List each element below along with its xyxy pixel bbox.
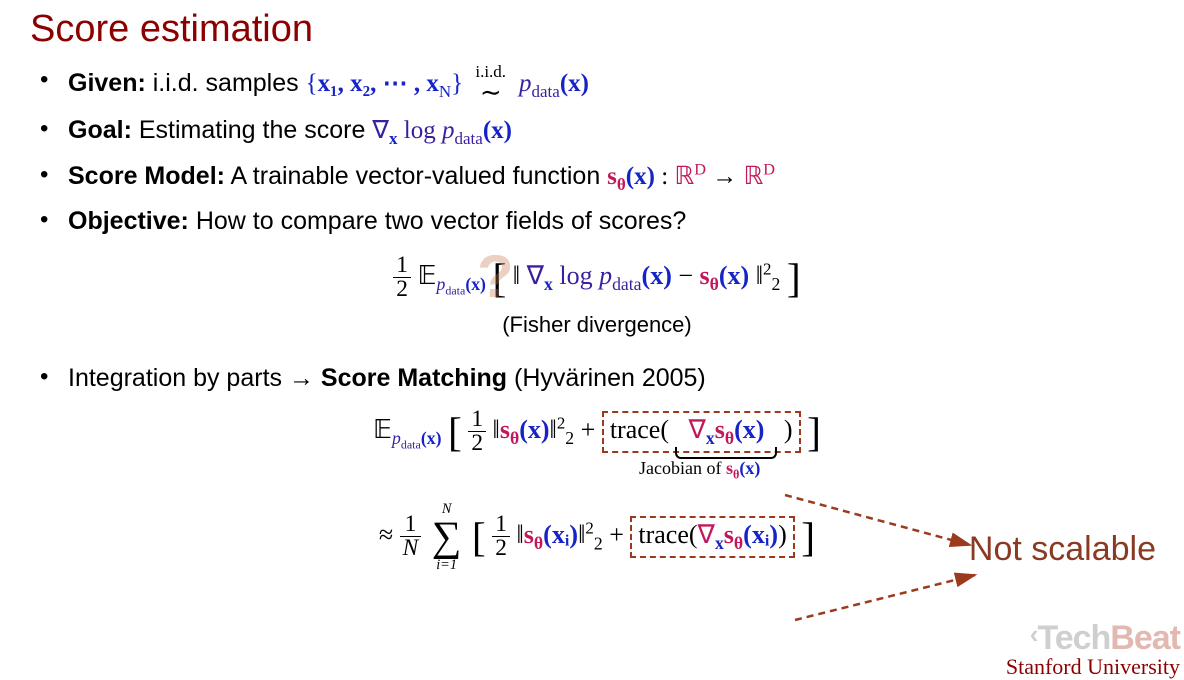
goal-text: Estimating the score bbox=[132, 116, 372, 144]
obj-label: Objective: bbox=[68, 207, 189, 235]
goal-label: Goal: bbox=[68, 116, 132, 144]
techbeat-watermark: ‹TechBeat bbox=[1030, 619, 1180, 658]
not-scalable-annotation: Not scalable bbox=[969, 530, 1156, 569]
eq-fisher: ? 1 2 𝔼pdata(x) [ ‖ ∇x log pdata(x) − sθ… bbox=[30, 254, 1164, 302]
bullet-goal: Goal: Estimating the score ∇x log pdata(… bbox=[30, 112, 1164, 152]
bullet-objective: Objective: How to compare two vector fie… bbox=[30, 203, 1164, 239]
model-label: Score Model: bbox=[68, 162, 225, 190]
arrow-icon-2 bbox=[790, 570, 990, 630]
trace-box-1: trace( ∇xsθ(x) ) bbox=[602, 411, 801, 453]
question-mark-icon: ? bbox=[477, 242, 514, 311]
model-text: A trainable vector-valued function bbox=[225, 162, 607, 190]
page-title: Score estimation bbox=[30, 8, 1164, 51]
jacobian-label: Jacobian of sθ(x) bbox=[639, 458, 760, 483]
trace-box-2: trace(∇xsθ(xᵢ)) bbox=[630, 516, 794, 558]
given-label: Given: bbox=[68, 69, 146, 97]
one-half: 1 2 bbox=[393, 254, 411, 302]
model-fn: sθ(x) : ℝD → ℝD bbox=[607, 163, 775, 190]
bullet-list-2: Integration by parts → Score Matching (H… bbox=[30, 360, 1164, 396]
stanford-watermark: Stanford University bbox=[1006, 654, 1180, 680]
slide: Score estimation Given: i.i.d. samples {… bbox=[0, 0, 1184, 680]
iid-symbol: i.i.d. ∼ bbox=[475, 63, 506, 106]
obj-text: How to compare two vector fields of scor… bbox=[189, 207, 686, 235]
goal-score: ∇x log pdata(x) bbox=[372, 117, 512, 144]
given-pdata: pdata(x) bbox=[519, 70, 589, 97]
bullet-given: Given: i.i.d. samples {x₁, x₂, ⋯ , xN} i… bbox=[30, 63, 1164, 106]
bullet-list: Given: i.i.d. samples {x₁, x₂, ⋯ , xN} i… bbox=[30, 63, 1164, 240]
bullet-score-model: Score Model: A trainable vector-valued f… bbox=[30, 158, 1164, 198]
bullet-score-matching: Integration by parts → Score Matching (H… bbox=[30, 360, 1164, 396]
given-set: {x₁, x₂, ⋯ , xN} bbox=[306, 70, 470, 97]
fisher-caption: (Fisher divergence) bbox=[30, 312, 1164, 338]
eq-score-matching-1: 𝔼pdata(x) [ 1 2 ‖sθ(x)‖22 + trace( ∇xsθ(… bbox=[30, 408, 1164, 456]
given-text: i.i.d. samples bbox=[146, 69, 306, 97]
sum-symbol: N ∑ i=1 bbox=[432, 502, 462, 572]
